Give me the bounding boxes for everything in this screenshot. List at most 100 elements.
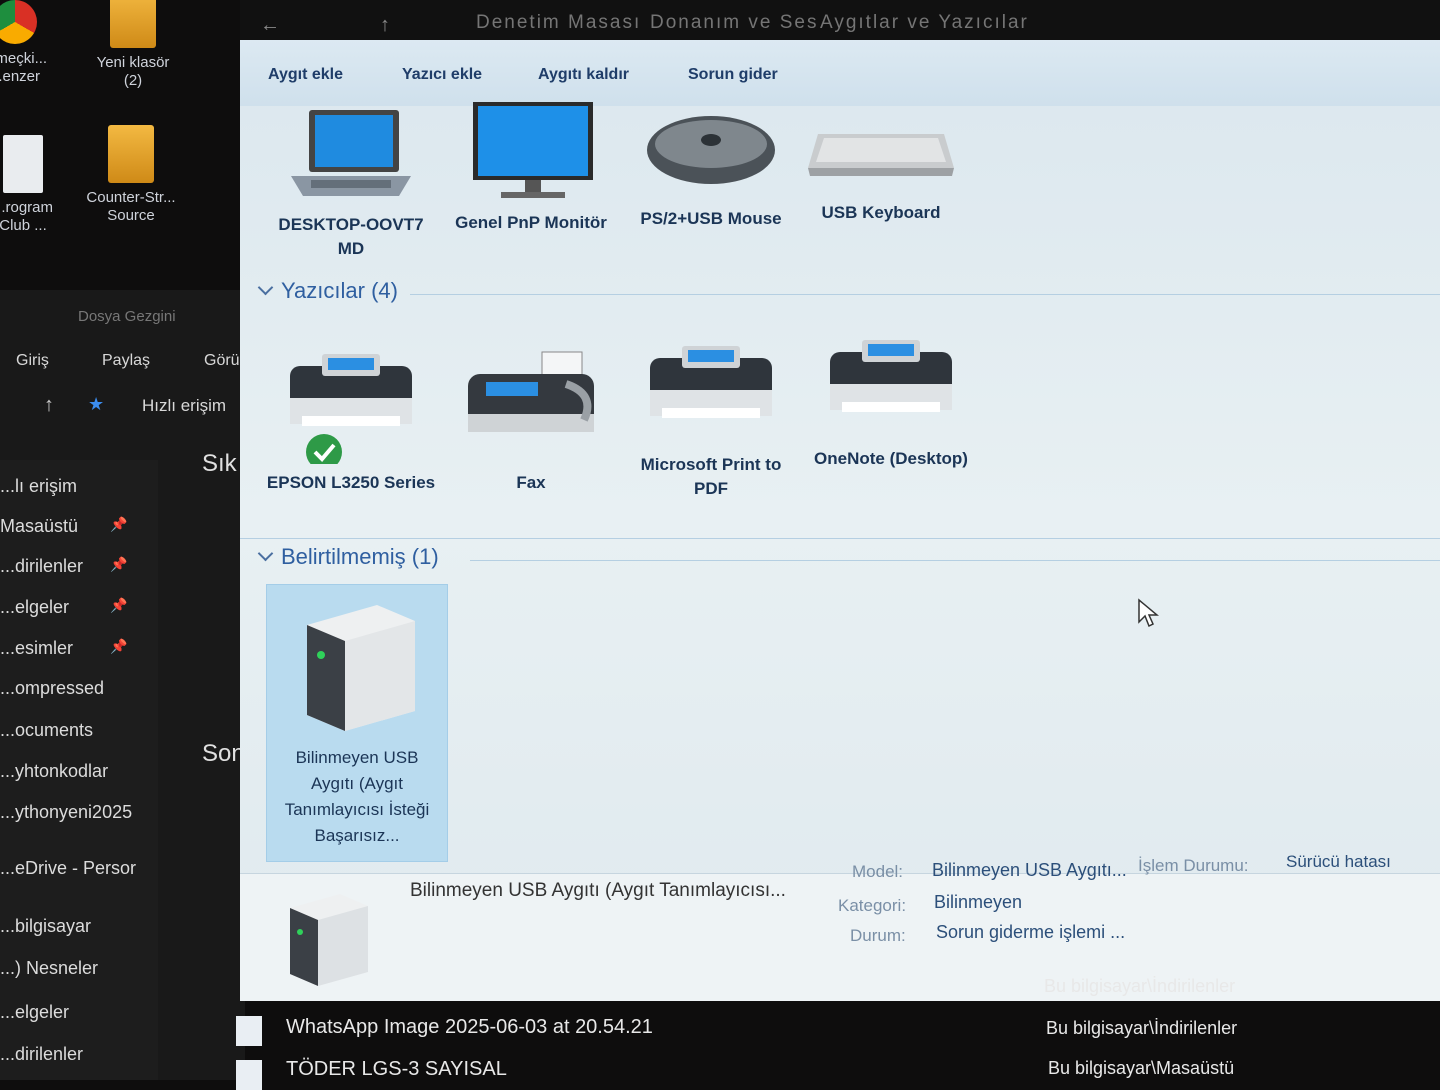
desktop-icon-counter-strike[interactable]: Counter-Str... Source (86, 125, 176, 225)
printer-label: OneNote (Desktop) (814, 449, 968, 468)
laptop-icon (291, 110, 411, 196)
device-label: Bilinmeyen USB Aygıtı (Aygıt Tanımlayıcı… (284, 748, 430, 845)
device-desktop-pc[interactable]: DESKTOP-OOVT7 MD (266, 106, 436, 261)
printer-icon (650, 346, 772, 418)
desktop-icon-label: Yeni klasör (2) (96, 54, 170, 89)
recent-file-path: Bu bilgisayar\Masaüstü (1048, 1058, 1235, 1078)
nav-item-pythonyeni2025[interactable]: ...ythonyeni2025 (0, 802, 132, 823)
recent-file-name[interactable]: WhatsApp Image 2025-06-03 at 20.54.21 (286, 1016, 653, 1039)
state-value: Sorun giderme işlemi ... (936, 922, 1126, 942)
image-file-icon (236, 1016, 262, 1046)
chevron-down-icon (257, 545, 274, 562)
device-label: Genel PnP Monitör (455, 213, 607, 232)
device-keyboard[interactable]: USB Keyboard (796, 124, 966, 225)
recent-file-path: Bu bilgisayar\İndirilenler (1044, 976, 1236, 996)
address-bar[interactable]: Hızlı erişim (142, 396, 226, 416)
device-label: DESKTOP-OOVT7 MD (278, 215, 424, 258)
section-frequent: Sık (202, 450, 237, 477)
nav-item-3d-objects[interactable]: ...) Nesneler (0, 958, 98, 979)
nav-item-downloads-2[interactable]: ...dirilenler (0, 1044, 83, 1065)
devices-and-printers-window: Aygıt ekle Yazıcı ekle Aygıtı kaldır Sor… (240, 40, 1440, 1001)
group-title: Belirtilmemiş (1) (281, 544, 439, 569)
breadcrumb-devices-printers[interactable]: Aygıtlar ve Yazıcılar (820, 12, 1029, 34)
up-arrow-icon[interactable]: ↑ (44, 394, 54, 417)
folder-icon (108, 125, 154, 183)
explorer-title: Dosya Gezgini (78, 308, 176, 325)
fax-icon (468, 351, 594, 432)
printer-epson[interactable]: EPSON L3250 Series (266, 344, 436, 495)
group-header-printers[interactable]: Yazıcılar (4) (254, 278, 398, 304)
add-device-button[interactable]: Aygıt ekle (268, 66, 343, 84)
operation-status-value: Sürücü hatası (1286, 852, 1391, 871)
breadcrumb-hardware-sound[interactable]: Donanım ve Ses (650, 12, 818, 34)
printer-icon (830, 340, 952, 412)
ribbon-tab-share[interactable]: Paylaş (102, 352, 150, 370)
model-label: Model: (852, 862, 904, 881)
nav-item-documents-2[interactable]: ...elgeler (0, 1002, 69, 1023)
back-arrow-icon[interactable]: ← (260, 14, 280, 37)
nav-item-documents-en[interactable]: ...ocuments (0, 720, 93, 741)
printer-icon (290, 354, 412, 470)
printer-onenote[interactable]: OneNote (Desktop) (806, 330, 976, 471)
nav-item-compressed[interactable]: ...ompressed (0, 678, 104, 699)
details-title: Bilinmeyen USB Aygıtı (Aygıt Tanımlayıcı… (410, 880, 786, 901)
nav-item-documents[interactable]: ...elgeler (0, 597, 69, 618)
pin-icon: 📌 (110, 638, 128, 654)
document-file-icon (236, 1060, 262, 1090)
unknown-device-icon (307, 605, 415, 731)
device-label: PS/2+USB Mouse (640, 209, 782, 228)
navigation-pane: ...lı erişim Masaüstü 📌 ...dirilenler 📌 … (0, 460, 158, 1080)
monitor-icon (473, 102, 593, 198)
up-arrow-icon[interactable]: ↑ (380, 14, 390, 37)
pin-icon: 📌 (110, 516, 128, 532)
chevron-down-icon (257, 279, 274, 296)
details-pane: Bilinmeyen USB Aygıtı (Aygıt Tanımlayıcı… (240, 852, 1440, 1001)
add-printer-button[interactable]: Yazıcı ekle (402, 66, 482, 84)
pin-icon: 📌 (110, 597, 128, 613)
printer-label: EPSON L3250 Series (266, 473, 436, 492)
group-divider (470, 560, 1440, 561)
folder-icon (110, 0, 156, 48)
nav-item-downloads[interactable]: ...dirilenler (0, 556, 83, 577)
troubleshoot-button[interactable]: Sorun gider (688, 66, 778, 84)
nav-item-pictures[interactable]: ...esimler (0, 638, 73, 659)
selected-device-tile[interactable]: Bilinmeyen USB Aygıtı (Aygıt Tanımlayıcı… (266, 584, 448, 862)
device-mouse[interactable]: PS/2+USB Mouse (626, 110, 796, 231)
background-file-explorer: Dosya Gezgini Giriş Paylaş Görü ↑ ★ Hızl… (0, 290, 245, 1080)
printer-fax[interactable]: Fax (446, 344, 616, 495)
printer-label: Fax (516, 473, 546, 492)
model-value: Bilinmeyen USB Aygıtı... (932, 860, 1127, 880)
desktop-icon-chrome[interactable]: ...meçki... ...enzer (0, 0, 60, 86)
state-label: Durum: (850, 926, 906, 945)
recent-file-name[interactable]: TÖDER LGS-3 SAYISAL (286, 1058, 507, 1081)
desktop-icon-program-club[interactable]: ...rogram Club ... (0, 135, 68, 235)
printer-label: Microsoft Print to PDF (640, 455, 782, 498)
nav-item-this-pc[interactable]: ...bilgisayar (0, 916, 91, 937)
group-divider (240, 538, 1440, 539)
desktop-icon-label: Counter-Str... Source (86, 189, 176, 224)
file-icon (3, 135, 43, 193)
nav-item-desktop[interactable]: Masaüstü (0, 516, 78, 537)
desktop-icon-label: ...rogram Club ... (0, 199, 53, 234)
group-title: Yazıcılar (4) (281, 278, 398, 303)
printer-microsoft-pdf[interactable]: Microsoft Print to PDF (626, 336, 796, 501)
command-bar: Aygıt ekle Yazıcı ekle Aygıtı kaldır Sor… (240, 40, 1440, 106)
category-label: Kategori: (838, 896, 907, 915)
ribbon-tab-home[interactable]: Giriş (16, 352, 49, 370)
pin-icon: 📌 (110, 556, 128, 572)
mouse-icon (647, 116, 775, 184)
desktop-icon-new-folder[interactable]: Yeni klasör (2) (88, 0, 178, 90)
category-value: Bilinmeyen (934, 892, 1023, 912)
star-icon: ★ (88, 394, 105, 414)
breadcrumb-control-panel[interactable]: Denetim Masası (476, 12, 641, 34)
nav-item-onedrive[interactable]: ...eDrive - Persor (0, 858, 136, 879)
nav-item-quick-access[interactable]: ...lı erişim (0, 476, 77, 497)
mouse-cursor-icon (1138, 598, 1159, 628)
remove-device-button[interactable]: Aygıtı kaldır (538, 66, 629, 84)
section-recent: Son (202, 740, 245, 767)
group-divider (410, 294, 1440, 295)
ribbon-tab-view[interactable]: Görü (204, 352, 240, 370)
device-monitor[interactable]: Genel PnP Monitör (446, 100, 616, 235)
group-header-unspecified[interactable]: Belirtilmemiş (1) (254, 544, 439, 570)
nav-item-pyhtonkodlar[interactable]: ...yhtonkodlar (0, 761, 108, 782)
